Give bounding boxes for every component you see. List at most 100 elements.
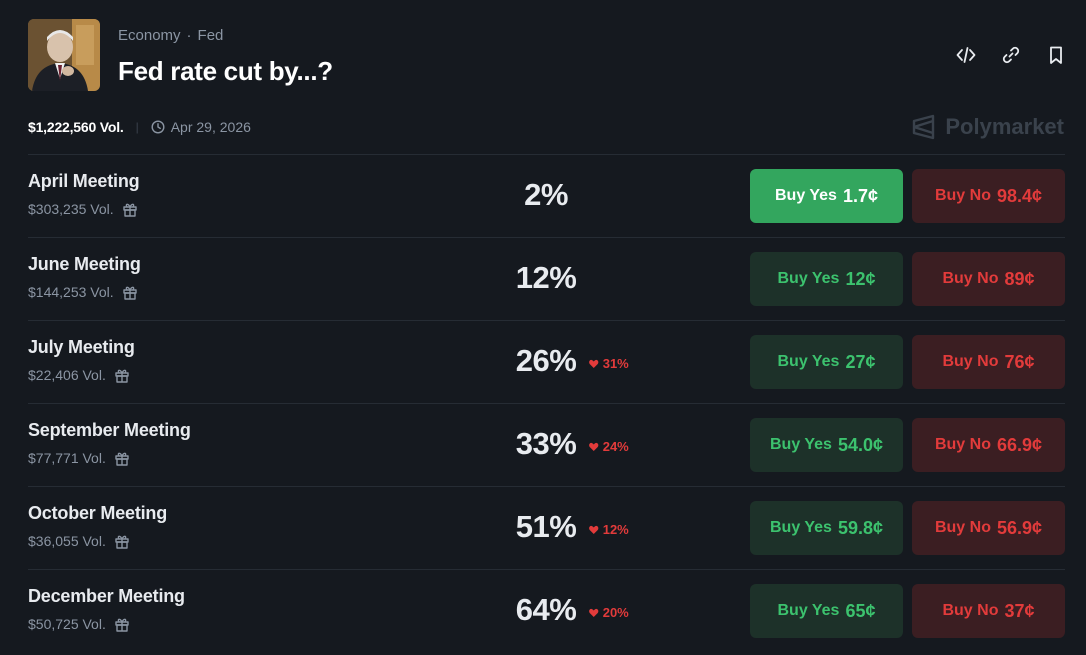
header-actions <box>956 45 1066 65</box>
probability-value: 26% <box>515 343 577 378</box>
probability-change: 24% <box>589 439 629 454</box>
buy-no-label: Buy No <box>942 602 999 619</box>
buy-yes-label: Buy Yes <box>777 270 840 287</box>
market-volume-text: $36,055 Vol. <box>28 533 106 549</box>
buy-no-price: 66.9¢ <box>996 434 1043 455</box>
market-volume: $22,406 Vol. <box>28 367 130 383</box>
buy-no-label: Buy No <box>934 519 991 536</box>
market-volume-text: $22,406 Vol. <box>28 367 106 383</box>
market-volume: $77,771 Vol. <box>28 450 130 466</box>
brand-name: Polymarket <box>945 114 1064 139</box>
buy-no-label: Buy No <box>942 270 999 287</box>
buy-yes-price: 54.0¢ <box>837 434 883 455</box>
probability-change: 12% <box>589 522 629 537</box>
buy-yes-price: 12¢ <box>845 268 876 289</box>
buy-no-price: 37¢ <box>1004 600 1035 621</box>
market-volume-text: $50,725 Vol. <box>28 616 106 632</box>
buy-no-price: 56.9¢ <box>996 517 1043 538</box>
buy-no-price: 98.4¢ <box>996 185 1043 206</box>
buy-yes-label: Buy Yes <box>769 436 832 453</box>
buy-no-button[interactable]: Buy No 76¢ <box>912 335 1065 389</box>
buy-no-label: Buy No <box>934 436 991 453</box>
buy-yes-price: 27¢ <box>845 351 876 372</box>
buy-no-button[interactable]: Buy No 98.4¢ <box>912 169 1065 223</box>
buy-no-label: Buy No <box>934 187 991 204</box>
buy-no-button[interactable]: Buy No 66.9¢ <box>912 418 1065 472</box>
probability-change: 31% <box>589 356 629 371</box>
probability-value: 33% <box>515 426 577 461</box>
probability-wrap: 26% 31% <box>515 343 629 379</box>
gift-icon[interactable] <box>114 616 130 632</box>
buy-yes-price: 59.8¢ <box>837 517 883 538</box>
bookmark-icon[interactable] <box>1046 45 1066 65</box>
probability-change-text: 12% <box>602 522 629 537</box>
buy-no-button[interactable]: Buy No 56.9¢ <box>912 501 1065 555</box>
market-name: June Meeting <box>28 254 141 274</box>
heart-icon <box>589 442 599 451</box>
heart-icon <box>589 608 599 617</box>
buy-no-price: 89¢ <box>1004 268 1035 289</box>
breadcrumb-fed[interactable]: Fed <box>198 27 224 44</box>
market-list: April Meeting $303,235 Vol. 2% Buy Yes 1.… <box>28 154 1065 652</box>
buy-no-button[interactable]: Buy No 37¢ <box>912 584 1065 638</box>
market-name: April Meeting <box>28 171 140 191</box>
market-row[interactable]: October Meeting $36,055 Vol. 51% 12% Buy… <box>28 486 1065 569</box>
probability-change-text: 24% <box>602 439 629 454</box>
market-volume: $144,253 Vol. <box>28 284 138 300</box>
probability-value: 64% <box>515 592 577 627</box>
market-volume: $36,055 Vol. <box>28 533 130 549</box>
gift-icon[interactable] <box>114 367 130 383</box>
probability-wrap: 64% 20% <box>515 592 629 628</box>
end-date: Apr 29, 2026 <box>151 119 251 135</box>
market-volume: $50,725 Vol. <box>28 616 130 632</box>
buy-yes-button[interactable]: Buy Yes 27¢ <box>750 335 903 389</box>
buy-yes-button[interactable]: Buy Yes 54.0¢ <box>750 418 903 472</box>
gift-icon[interactable] <box>122 284 138 300</box>
buy-yes-price: 1.7¢ <box>842 185 878 206</box>
market-meta: $1,222,560 Vol. | Apr 29, 2026 <box>28 119 251 135</box>
market-header: Economy · Fed Fed rate cut by...? <box>28 19 1066 95</box>
gift-icon[interactable] <box>114 450 130 466</box>
probability-value: 51% <box>515 509 577 544</box>
breadcrumb-economy[interactable]: Economy <box>118 27 181 44</box>
probability-change-text: 31% <box>602 356 629 371</box>
buy-yes-button[interactable]: Buy Yes 59.8¢ <box>750 501 903 555</box>
market-row[interactable]: June Meeting $144,253 Vol. 12% Buy Yes 12… <box>28 237 1065 320</box>
probability-wrap: 33% 24% <box>515 426 629 462</box>
probability-value: 2% <box>524 177 568 212</box>
buy-yes-price: 65¢ <box>845 600 876 621</box>
buy-yes-button[interactable]: Buy Yes 65¢ <box>750 584 903 638</box>
gift-icon[interactable] <box>114 533 130 549</box>
market-volume: $303,235 Vol. <box>28 201 138 217</box>
market-row[interactable]: April Meeting $303,235 Vol. 2% Buy Yes 1.… <box>28 154 1065 237</box>
probability-wrap: 12% <box>516 260 577 296</box>
embed-icon[interactable] <box>956 45 976 65</box>
clock-icon <box>151 120 165 134</box>
market-volume-text: $77,771 Vol. <box>28 450 106 466</box>
market-row[interactable]: September Meeting $77,771 Vol. 33% 24% B… <box>28 403 1065 486</box>
gift-icon[interactable] <box>122 201 138 217</box>
buy-yes-label: Buy Yes <box>769 519 832 536</box>
market-name: September Meeting <box>28 420 191 440</box>
end-date-text: Apr 29, 2026 <box>170 119 251 135</box>
probability-change-text: 20% <box>602 605 629 620</box>
link-icon[interactable] <box>1001 45 1021 65</box>
buy-no-button[interactable]: Buy No 89¢ <box>912 252 1065 306</box>
heart-icon <box>589 525 599 534</box>
total-volume: $1,222,560 Vol. <box>28 119 124 135</box>
breadcrumb-separator: · <box>186 27 192 44</box>
buy-yes-button[interactable]: Buy Yes 1.7¢ <box>750 169 903 223</box>
probability-change: 20% <box>589 605 629 620</box>
polymarket-logo: Polymarket <box>911 114 1064 140</box>
buy-yes-button[interactable]: Buy Yes 12¢ <box>750 252 903 306</box>
probability-value: 12% <box>515 260 577 295</box>
market-row[interactable]: December Meeting $50,725 Vol. 64% 20% Bu… <box>28 569 1065 652</box>
market-name: December Meeting <box>28 586 185 606</box>
page-title: Fed rate cut by...? <box>118 56 333 86</box>
buy-no-label: Buy No <box>942 353 999 370</box>
market-image <box>28 19 100 91</box>
buy-yes-label: Buy Yes <box>774 187 837 204</box>
meta-divider: | <box>135 120 139 134</box>
heart-icon <box>589 359 599 368</box>
market-row[interactable]: July Meeting $22,406 Vol. 26% 31% Buy Ye… <box>28 320 1065 403</box>
